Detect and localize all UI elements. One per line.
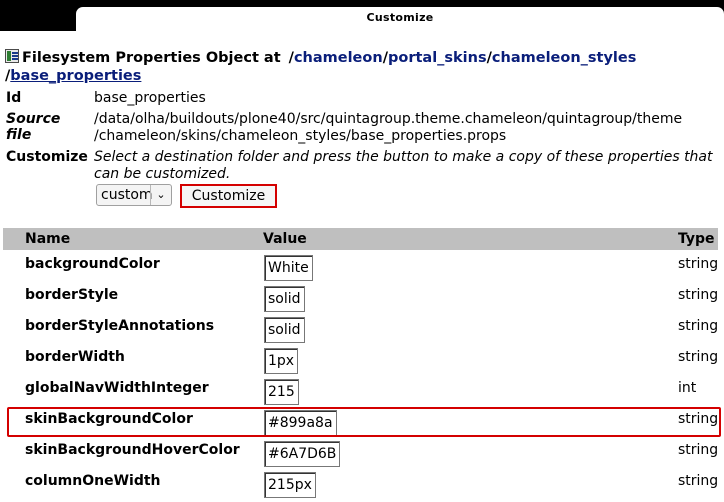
source-file-line-2: /chameleon/skins/chameleon_styles/base_p… — [94, 128, 507, 144]
customize-label: Customize — [6, 149, 88, 165]
destination-folder-select[interactable]: custom ⌄ — [96, 184, 172, 206]
property-type: string — [678, 318, 719, 334]
table-row: skinBackgroundHoverColor #6A7D6B string — [3, 438, 718, 469]
row-highlight-box — [7, 407, 721, 437]
property-value-field[interactable]: White — [264, 255, 313, 281]
path-link-base-properties[interactable]: base_properties — [10, 68, 141, 84]
table-row: columnOneWidth 215px string — [3, 469, 718, 500]
column-header-type: Type — [678, 231, 715, 247]
property-value-field[interactable]: 215px — [264, 472, 316, 498]
source-file-line-1: /data/olha/buildouts/plone40/src/quintag… — [94, 111, 683, 127]
page-title-label: Filesystem Properties Object at — [22, 50, 281, 66]
column-header-value: Value — [263, 231, 307, 247]
property-value-field[interactable]: solid — [264, 286, 305, 312]
property-type: string — [678, 287, 719, 303]
property-value-field[interactable]: solid — [264, 317, 305, 343]
property-value-field[interactable]: 215 — [264, 379, 299, 405]
page-title: Filesystem Properties Object at/chameleo… — [5, 49, 720, 85]
path-link-chameleon-styles[interactable]: chameleon_styles — [492, 50, 636, 66]
property-value-field[interactable]: #6A7D6B — [264, 441, 341, 467]
source-file-label: Source file — [6, 111, 61, 143]
customize-description: Select a destination folder and press th… — [94, 149, 713, 182]
property-name: skinBackgroundHoverColor — [25, 442, 240, 458]
path-link-portal-skins[interactable]: portal_skins — [388, 50, 487, 66]
id-label: Id — [6, 90, 22, 106]
property-name: borderStyle — [25, 287, 119, 303]
property-type: int — [678, 380, 697, 396]
property-type: string — [678, 349, 719, 365]
table-row: borderWidth 1px string — [3, 345, 718, 376]
properties-object-icon — [5, 49, 19, 63]
top-bar: Customize — [0, 0, 724, 31]
property-type: string — [678, 442, 719, 458]
tab-customize[interactable]: Customize — [76, 7, 724, 31]
property-type: string — [678, 473, 719, 489]
chevron-down-icon[interactable]: ⌄ — [150, 185, 171, 205]
property-name: columnOneWidth — [25, 473, 161, 489]
table-row: globalNavWidthInteger 215 int — [3, 376, 718, 407]
id-value: base_properties — [94, 90, 206, 106]
path-link-chameleon[interactable]: chameleon — [294, 50, 383, 66]
destination-folder-value: custom — [101, 187, 153, 203]
table-row: borderStyleAnnotations solid string — [3, 314, 718, 345]
property-name: borderStyleAnnotations — [25, 318, 215, 334]
property-value-field[interactable]: 1px — [264, 348, 299, 374]
column-header-name: Name — [25, 231, 71, 247]
customize-button[interactable]: Customize — [180, 184, 277, 208]
property-name: borderWidth — [25, 349, 125, 365]
property-name: backgroundColor — [25, 256, 160, 272]
property-type: string — [678, 256, 719, 272]
table-row: borderStyle solid string — [3, 283, 718, 314]
properties-table-header: Name Value Type — [3, 228, 718, 250]
property-name: globalNavWidthInteger — [25, 380, 209, 396]
table-row: backgroundColor White string — [3, 252, 718, 283]
